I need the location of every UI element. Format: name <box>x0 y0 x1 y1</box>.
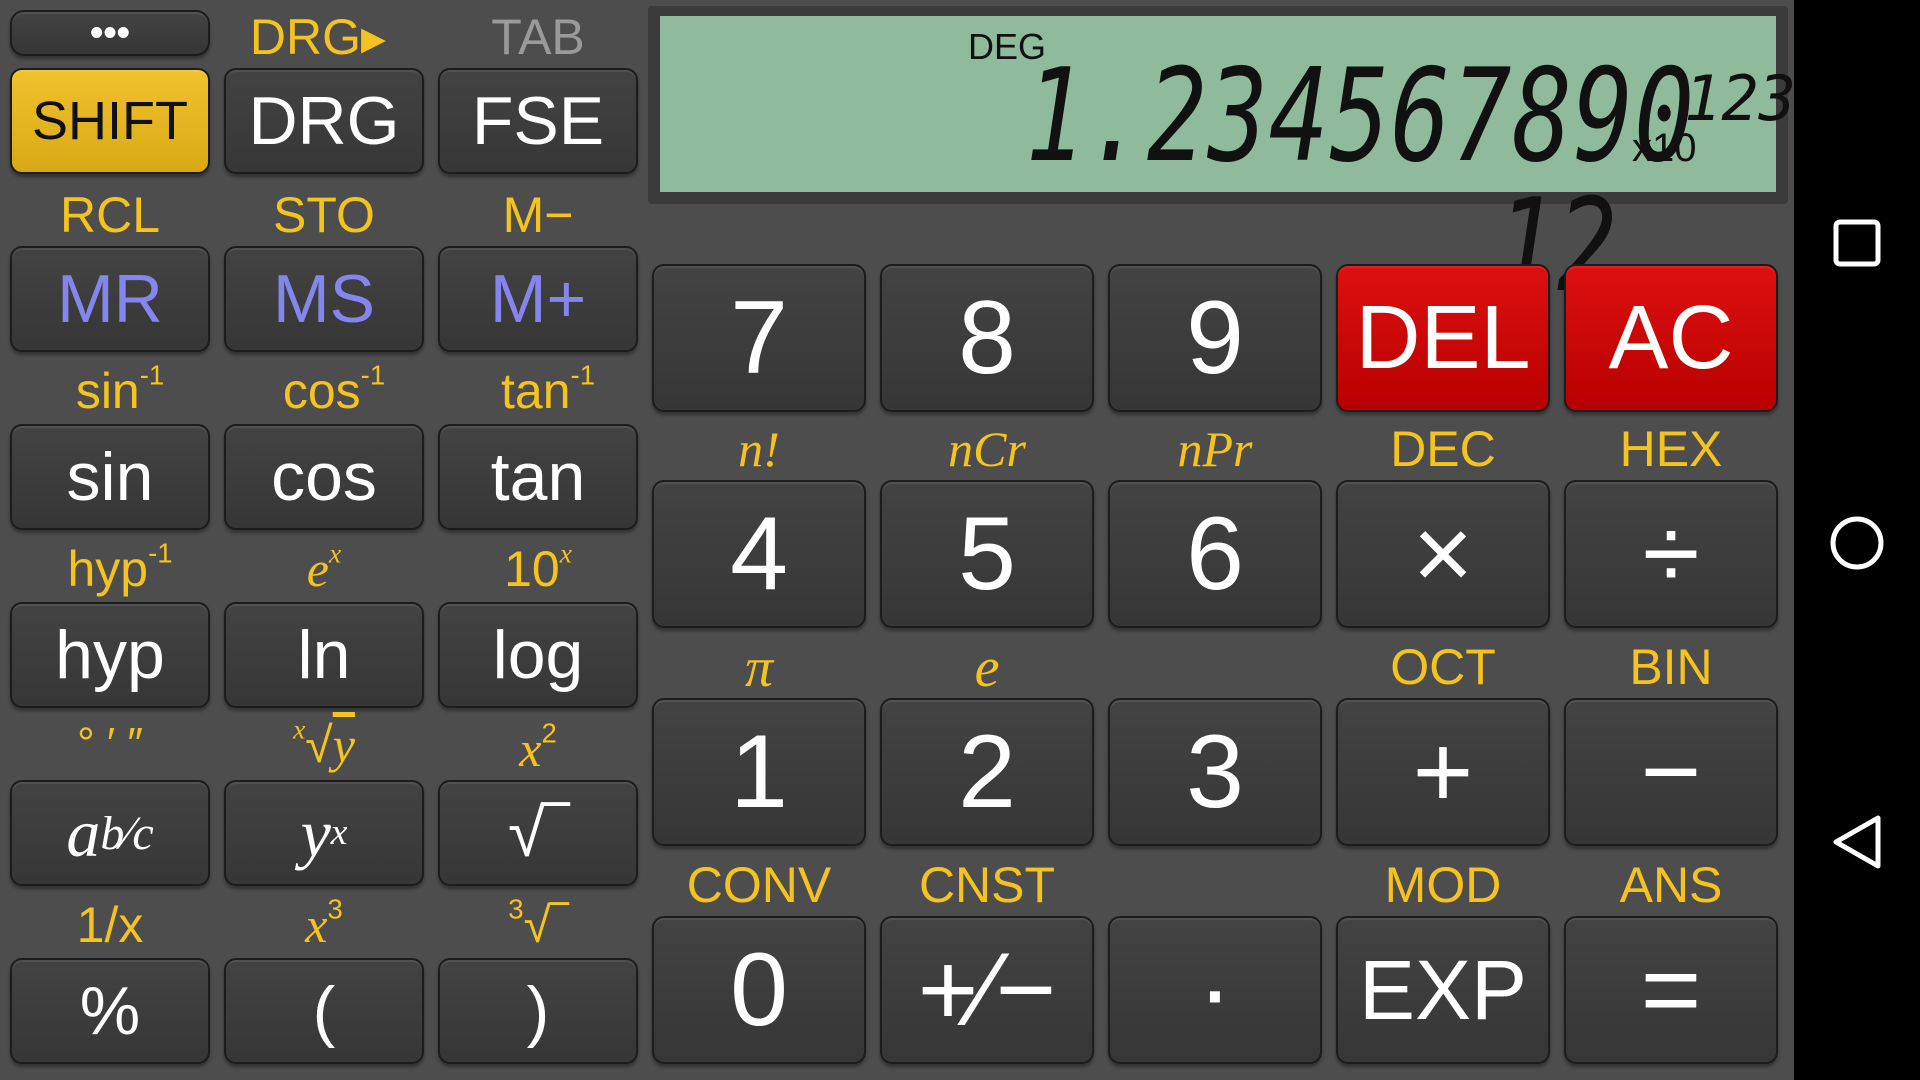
key-5[interactable]: 5 <box>880 480 1094 628</box>
pi-label: π <box>744 637 774 699</box>
key-2[interactable]: 2 <box>880 698 1094 846</box>
left-paren-button[interactable]: ( <box>224 958 424 1064</box>
plus-button[interactable]: + <box>1336 698 1550 846</box>
minus-button[interactable]: − <box>1564 698 1778 846</box>
ln-button[interactable]: ln <box>224 602 424 708</box>
multiply-button[interactable]: × <box>1336 480 1550 628</box>
system-nav-bar <box>1794 0 1920 1080</box>
del-button[interactable]: DEL <box>1336 264 1550 412</box>
exp-button[interactable]: EXP <box>1336 916 1550 1064</box>
tan-button[interactable]: tan <box>438 424 638 530</box>
key-6[interactable]: 6 <box>1108 480 1322 628</box>
factorial-label: n! <box>738 421 780 477</box>
key-9[interactable]: 9 <box>1108 264 1322 412</box>
npr-label: nPr <box>1177 421 1253 477</box>
tab-label: TAB <box>491 9 585 65</box>
key-8[interactable]: 8 <box>880 264 1094 412</box>
hyp-inv-label: hyp-1 <box>67 537 173 597</box>
x-cubed-label: x3 <box>305 893 343 953</box>
m-plus-button[interactable]: M+ <box>438 246 638 352</box>
bin-label: BIN <box>1629 639 1713 695</box>
key-4[interactable]: 4 <box>652 480 866 628</box>
hex-label: HEX <box>1619 421 1723 477</box>
ac-button[interactable]: AC <box>1564 264 1778 412</box>
log-button[interactable]: log <box>438 602 638 708</box>
dec-label: DEC <box>1390 421 1496 477</box>
key-3[interactable]: 3 <box>1108 698 1322 846</box>
drg-button[interactable]: DRG <box>224 68 424 174</box>
power-button[interactable]: yx <box>224 780 424 886</box>
oct-label: OCT <box>1390 639 1496 695</box>
reciprocal-label: 1/x <box>76 897 144 953</box>
fraction-button[interactable]: a b⁄c <box>10 780 210 886</box>
exp-e-label: ex <box>306 537 342 597</box>
xroot-label: x√y <box>293 713 355 773</box>
x-squared-label: x2 <box>519 717 557 777</box>
m-minus-label: M− <box>502 187 574 243</box>
menu-button[interactable]: ••• <box>10 10 210 56</box>
calculator-app: ••• DRG▸ TAB SHIFT DRG FSE RCL STO M− MR… <box>0 0 1796 1080</box>
mod-label: MOD <box>1384 857 1502 913</box>
key-7[interactable]: 7 <box>652 264 866 412</box>
home-circle-icon[interactable] <box>1828 514 1886 572</box>
key-1[interactable]: 1 <box>652 698 866 846</box>
mr-button[interactable]: MR <box>10 246 210 352</box>
exponent-digits: 123 <box>1684 62 1796 135</box>
drg-shift-label: DRG▸ <box>249 9 387 65</box>
atan-label: tan-1 <box>501 359 595 419</box>
asin-label: sin-1 <box>75 359 165 419</box>
acos-label: cos-1 <box>282 359 386 419</box>
ans-label: ANS <box>1619 857 1723 913</box>
dms-label: ° ′ ″ <box>77 719 143 768</box>
conv-label: CONV <box>686 857 832 913</box>
shift-button[interactable]: SHIFT <box>10 68 210 174</box>
cnst-label: CNST <box>918 857 1056 913</box>
back-triangle-icon[interactable] <box>1828 812 1884 872</box>
ms-button[interactable]: MS <box>224 246 424 352</box>
fse-button[interactable]: FSE <box>438 68 638 174</box>
cos-button[interactable]: cos <box>224 424 424 530</box>
sqrt-button[interactable]: √‾ <box>438 780 638 886</box>
hyp-button[interactable]: hyp <box>10 602 210 708</box>
divide-button[interactable]: ÷ <box>1564 480 1778 628</box>
ten-pow-label: 10x <box>504 537 572 597</box>
ncr-label: nCr <box>948 421 1026 477</box>
euler-label: e <box>974 637 1000 699</box>
rcl-label: RCL <box>59 187 161 243</box>
recents-square-icon[interactable] <box>1832 218 1882 268</box>
sto-label: STO <box>273 187 375 243</box>
cube-root-label: 3√‾ <box>508 893 568 953</box>
right-paren-button[interactable]: ) <box>438 958 638 1064</box>
sin-button[interactable]: sin <box>10 424 210 530</box>
display-value: 1.234567890 12 <box>1025 42 1695 321</box>
percent-button[interactable]: % <box>10 958 210 1064</box>
key-0[interactable]: 0 <box>652 916 866 1064</box>
plus-minus-button[interactable]: +⁄− <box>880 916 1094 1064</box>
equals-button[interactable]: = <box>1564 916 1778 1064</box>
decimal-point-button[interactable]: · <box>1108 916 1322 1064</box>
